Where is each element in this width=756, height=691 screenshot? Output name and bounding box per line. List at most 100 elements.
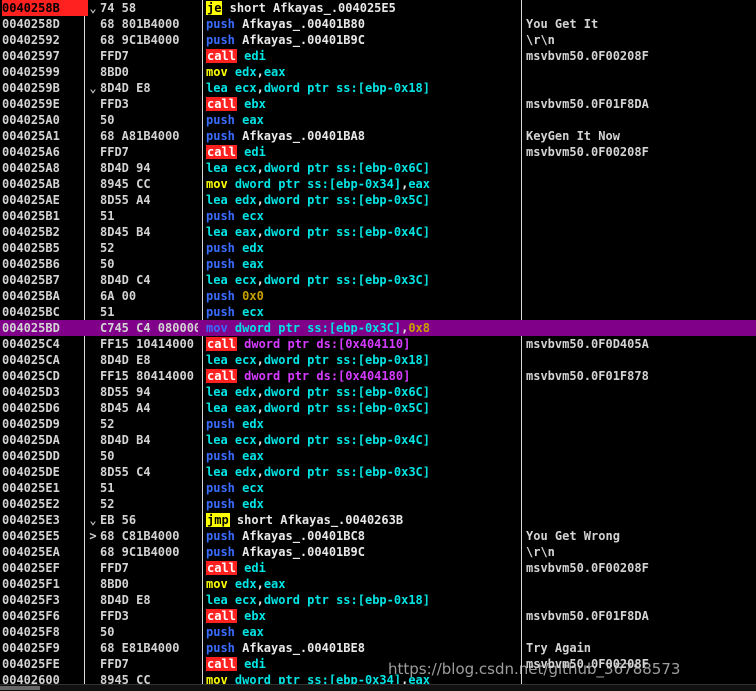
comment-cell <box>526 624 756 640</box>
mnemonic: push <box>206 17 235 31</box>
operand: Afkayas_.00401BE8 <box>234 641 365 655</box>
instruction-row[interactable]: 00402597 FFD7 call edi msvbvm50.0F00208F <box>0 48 756 64</box>
instruction-row[interactable]: 004025F8 50 push eax <box>0 624 756 640</box>
comment-cell: msvbvm50.0F01F8DA <box>526 609 649 623</box>
disassembly-cell: push edx <box>206 240 522 256</box>
instruction-row[interactable]: 004025F9 68 E81B4000 push Afkayas_.00401BE… <box>0 640 756 656</box>
instruction-row[interactable]: 004025F3 8D4D E8 lea ecx,dword ptr ss:[ebp… <box>0 592 756 608</box>
instruction-row[interactable]: 004025F6 FFD3 call ebx msvbvm50.0F01F8DA <box>0 608 756 624</box>
hex-dump-cell: 50 <box>86 624 198 640</box>
instruction-row[interactable]: 004025CA 8D4D E8 lea ecx,dword ptr ss:[ebp… <box>0 352 756 368</box>
comment-cell <box>526 400 756 416</box>
comment-cell: msvbvm50.0F00208F <box>526 145 649 159</box>
instruction-row[interactable]: 004025E3 ⌄ EB 56 jmp short Afkayas_.0040263… <box>0 512 756 528</box>
comment-cell <box>526 176 756 192</box>
hex-dump-cell: 68 9C1B4000 <box>86 32 198 48</box>
instruction-row[interactable]: 004025B5 52 push edx <box>0 240 756 256</box>
operand: dword ptr ss:[ebp-0x5C] <box>263 193 430 207</box>
operand: eax <box>263 65 286 79</box>
operand: dword ptr ds:[0x404110] <box>236 337 411 351</box>
instruction-row[interactable]: 004025BA 6A 00 push 0x0 <box>0 288 756 304</box>
hex-dump-cell: >68 C81B4000 <box>86 528 198 544</box>
address-cell: 004025F3 <box>2 593 60 607</box>
scrollbar-thumb[interactable] <box>0 686 40 690</box>
instruction-row[interactable]: 004025AB 8945 CC mov dword ptr ss:[ebp-0x3… <box>0 176 756 192</box>
instruction-row[interactable]: 0040258D 68 801B4000 push Afkayas_.00401B8… <box>0 16 756 32</box>
instruction-row[interactable]: 004025E2 52 push edx <box>0 496 756 512</box>
operand: dword ptr ss:[ebp-0x4C] <box>263 433 430 447</box>
instruction-row[interactable]: 004025D9 52 push edx <box>0 416 756 432</box>
comment-cell <box>526 224 756 240</box>
hex-dump-cell: ⌄ EB 56 <box>86 512 198 528</box>
instruction-row[interactable]: 004025CD FF15 80414000 call dword ptr ds:[… <box>0 368 756 384</box>
operand: edx <box>227 385 257 399</box>
instruction-row[interactable]: 004025A1 68 A81B4000 push Afkayas_.00401BA… <box>0 128 756 144</box>
instruction-row[interactable]: 00402592 68 9C1B4000 push Afkayas_.00401B9… <box>0 32 756 48</box>
instruction-row[interactable]: 004025A6 FFD7 call edi msvbvm50.0F00208F <box>0 144 756 160</box>
instruction-row[interactable]: 0040258B ⌄ 74 58 je short Afkayas_.004025E5 <box>0 0 756 16</box>
instruction-row[interactable]: 0040259E FFD3 call ebx msvbvm50.0F01F8DA <box>0 96 756 112</box>
disassembly-cell: lea ecx,dword ptr ss:[ebp-0x3C] <box>206 272 522 288</box>
disassembly-cell: call edi <box>206 144 522 160</box>
instruction-row[interactable]: 00402599 8BD0 mov edx,eax <box>0 64 756 80</box>
instruction-row[interactable]: 004025EF FFD7 call edi msvbvm50.0F00208F <box>0 560 756 576</box>
comment-cell <box>526 208 756 224</box>
instruction-row[interactable]: 004025B1 51 push ecx <box>0 208 756 224</box>
instruction-row[interactable]: 004025F1 8BD0 mov edx,eax <box>0 576 756 592</box>
address-cell: 0040259E <box>2 97 60 111</box>
instruction-row[interactable]: 0040259B ⌄ 8D4D E8 lea ecx,dword ptr ss:[eb… <box>0 80 756 96</box>
hex-dump-cell: FF15 80414000 <box>86 368 198 384</box>
address-cell: 004025B5 <box>2 241 60 255</box>
mnemonic: call <box>206 561 237 575</box>
hex-dump-cell: 8D45 B4 <box>86 224 198 240</box>
hex-bytes: 68 A81B4000 <box>100 129 180 143</box>
address-cell: 004025B1 <box>2 209 60 223</box>
instruction-row[interactable]: 004025DD 50 push eax <box>0 448 756 464</box>
disassembly-cell: lea eax,dword ptr ss:[ebp-0x5C] <box>206 400 522 416</box>
disassembly-cell: je short Afkayas_.004025E5 <box>206 0 522 16</box>
operand: ecx <box>227 161 257 175</box>
instruction-row[interactable]: 004025BD C745 C4 080000 mov dword ptr ss:[… <box>0 320 756 336</box>
instruction-row[interactable]: 004025B6 50 push eax <box>0 256 756 272</box>
instruction-row[interactable]: 004025D3 8D55 94 lea edx,dword ptr ss:[ebp… <box>0 384 756 400</box>
hex-dump-cell: 8D4D E8 <box>86 352 198 368</box>
address-cell: 004025B2 <box>2 225 60 239</box>
address-cell: 004025A8 <box>2 161 60 175</box>
instruction-row[interactable]: 004025DA 8D4D B4 lea ecx,dword ptr ss:[ebp… <box>0 432 756 448</box>
operand: , <box>256 193 264 207</box>
instruction-row[interactable]: 004025E1 51 push ecx <box>0 480 756 496</box>
disassembly-pane[interactable]: 0040258B ⌄ 74 58 je short Afkayas_.004025E5… <box>0 0 756 690</box>
comment-cell: Try Again <box>526 641 592 655</box>
instruction-row[interactable]: 004025E5 >68 C81B4000 push Afkayas_.00401B… <box>0 528 756 544</box>
hex-bytes: 68 9C1B4000 <box>100 545 180 559</box>
mnemonic: push <box>206 241 235 255</box>
instruction-row[interactable]: 004025DE 8D55 C4 lea edx,dword ptr ss:[ebp… <box>0 464 756 480</box>
disassembly-cell: call ebx <box>206 96 522 112</box>
instruction-row[interactable]: 004025A0 50 push eax <box>0 112 756 128</box>
disassembly-cell: push edx <box>206 496 522 512</box>
comment-cell: You Get It <box>526 17 599 31</box>
address-cell: 004025FE <box>2 657 60 671</box>
mnemonic: mov <box>206 65 228 79</box>
address-cell: 004025F8 <box>2 625 60 639</box>
instruction-row[interactable]: 004025B7 8D4D C4 lea ecx,dword ptr ss:[ebp… <box>0 272 756 288</box>
instruction-row[interactable]: 004025C4 FF15 10414000 call dword ptr ds:[… <box>0 336 756 352</box>
instruction-row[interactable]: 004025B2 8D45 B4 lea eax,dword ptr ss:[ebp… <box>0 224 756 240</box>
disassembly-cell: push edx <box>206 416 522 432</box>
comment-cell: msvbvm50.0F00208F <box>526 561 649 575</box>
disassembly-cell: push Afkayas_.00401BC8 <box>206 528 522 544</box>
instruction-row[interactable]: 004025EA 68 9C1B4000 push Afkayas_.00401B9… <box>0 544 756 560</box>
operand: dword ptr ss:[ebp-0x4C] <box>263 225 430 239</box>
comment-cell <box>526 288 756 304</box>
operand: , <box>256 273 264 287</box>
operand: edx <box>234 241 264 255</box>
comment-cell <box>526 384 756 400</box>
instruction-row[interactable]: 004025D6 8D45 A4 lea eax,dword ptr ss:[ebp… <box>0 400 756 416</box>
instruction-row[interactable]: 004025A8 8D4D 94 lea ecx,dword ptr ss:[ebp… <box>0 160 756 176</box>
instruction-row[interactable]: 004025BC 51 push ecx <box>0 304 756 320</box>
operand: ecx <box>227 593 257 607</box>
hex-dump-cell: 68 A81B4000 <box>86 128 198 144</box>
hex-bytes: FFD7 <box>100 561 129 575</box>
instruction-row[interactable]: 004025AE 8D55 A4 lea edx,dword ptr ss:[ebp… <box>0 192 756 208</box>
operand: , <box>256 465 264 479</box>
